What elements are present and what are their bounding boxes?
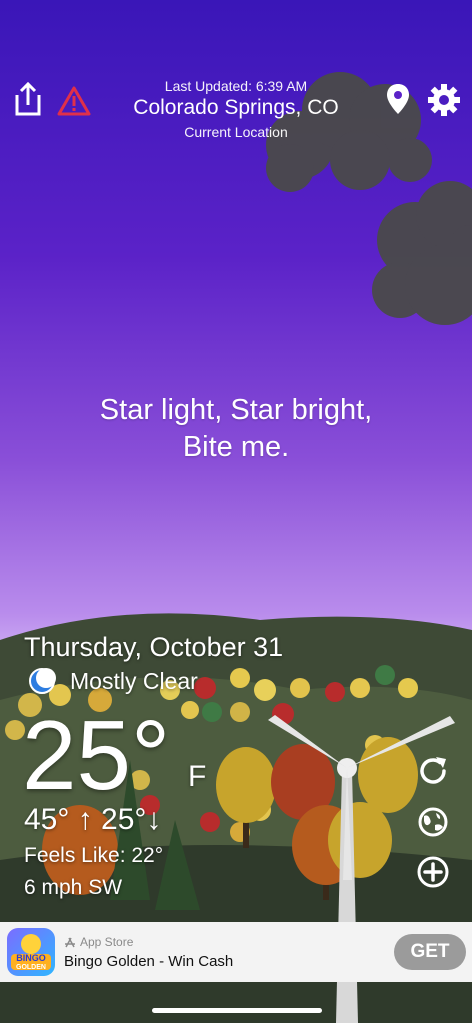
radar-button[interactable] bbox=[414, 803, 452, 841]
ad-store-label: App Store bbox=[80, 934, 134, 949]
quip-line-2: Bite me. bbox=[182, 431, 290, 463]
ad-app-icon[interactable]: BINGO GOLDEN bbox=[7, 928, 55, 976]
ad-icon-text-bottom: GOLDEN bbox=[16, 964, 46, 971]
refresh-button[interactable] bbox=[414, 752, 452, 790]
current-location-label: Current Location bbox=[184, 124, 288, 140]
home-indicator[interactable] bbox=[152, 1008, 322, 1013]
high-low-temps: 45° ↑ 25°↓ bbox=[24, 803, 161, 837]
refresh-icon bbox=[420, 757, 446, 784]
quip-line-1: Star light, Star bright, bbox=[99, 394, 373, 426]
moon-icon bbox=[29, 668, 56, 694]
wind-info: 6 mph SW bbox=[24, 876, 123, 899]
forecast-date: Thursday, October 31 bbox=[24, 632, 284, 662]
app-store-icon bbox=[65, 937, 75, 947]
up-arrow-icon: ↑ bbox=[69, 803, 102, 836]
radar-icon bbox=[418, 807, 448, 837]
location-header: Last Updated: 6:39 AM Colorado Springs, … bbox=[0, 78, 472, 140]
high-temp: 45° bbox=[24, 803, 70, 836]
ad-banner[interactable]: BINGO GOLDEN App Store Bingo Golden - Wi… bbox=[0, 922, 472, 982]
weather-quip: Star light, Star bright, Bite me. bbox=[0, 392, 472, 466]
city-name[interactable]: Colorado Springs, CO bbox=[0, 96, 472, 120]
add-icon bbox=[417, 856, 449, 888]
condition-row: Mostly Clear bbox=[28, 667, 198, 695]
last-updated-text: Last Updated: 6:39 AM bbox=[164, 78, 308, 94]
down-arrow-icon: ↓ bbox=[146, 803, 162, 836]
ad-text: App Store Bingo Golden - Win Cash bbox=[64, 935, 394, 970]
low-temp: 25° bbox=[101, 803, 147, 836]
add-location-button[interactable] bbox=[414, 853, 452, 891]
bingo-logo-icon: BINGO GOLDEN bbox=[11, 934, 51, 971]
get-button[interactable]: GET bbox=[394, 934, 466, 970]
temperature-unit[interactable]: F bbox=[188, 760, 206, 794]
condition-text: Mostly Clear bbox=[70, 667, 198, 694]
weather-scene-illustration bbox=[0, 72, 472, 1023]
feels-like: Feels Like: 22° bbox=[24, 844, 164, 867]
current-temperature: 25° bbox=[22, 700, 171, 810]
ad-icon-text-top: BINGO bbox=[16, 953, 46, 963]
ad-store-row: App Store bbox=[64, 935, 394, 949]
ad-title: Bingo Golden - Win Cash bbox=[64, 952, 234, 970]
